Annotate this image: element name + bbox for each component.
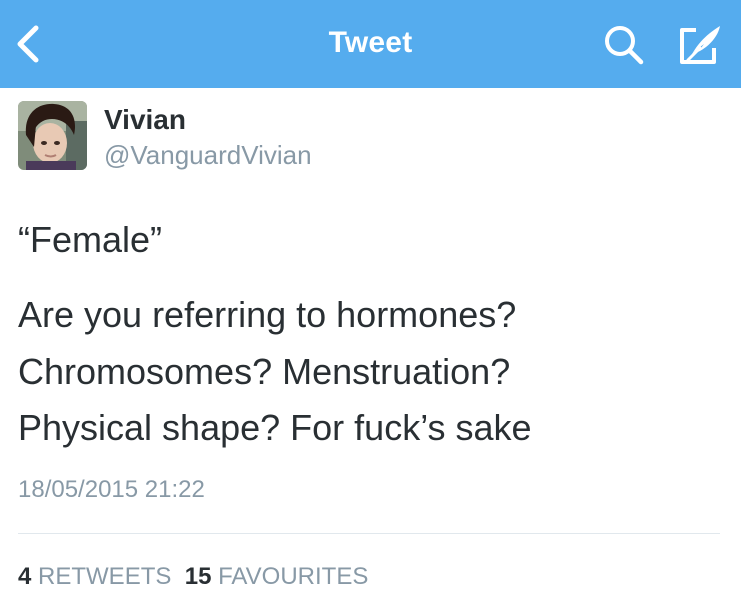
compose-button[interactable] <box>674 22 730 68</box>
search-button[interactable] <box>600 22 650 68</box>
user-handle[interactable]: @VanguardVivian <box>104 140 312 171</box>
search-icon <box>605 26 644 65</box>
tweet-text-line: Physical shape? For fuck’s sake <box>18 407 532 448</box>
tweet-timestamp: 18/05/2015 21:22 <box>18 476 205 503</box>
avatar[interactable] <box>18 101 87 170</box>
retweets-link[interactable]: 4 RETWEETS <box>18 563 171 590</box>
compose-icon <box>680 26 720 64</box>
tweet-text-line: “Female” <box>18 219 163 260</box>
retweets-label: RETWEETS <box>38 563 172 590</box>
tweet-stats: 4 RETWEETS 15 FAVOURITES <box>18 563 368 591</box>
retweets-count: 4 <box>18 563 32 590</box>
favourites-label: FAVOURITES <box>218 563 369 590</box>
favourites-count: 15 <box>184 563 212 590</box>
tweet-text-line: Are you referring to hormones? <box>18 294 517 335</box>
tweet-text-line: Chromosomes? Menstruation? <box>18 351 511 392</box>
user-display-name[interactable]: Vivian <box>104 104 186 136</box>
favourites-link[interactable]: 15 FAVOURITES <box>185 563 369 590</box>
divider <box>18 533 720 534</box>
nav-bar: Tweet <box>0 0 741 88</box>
